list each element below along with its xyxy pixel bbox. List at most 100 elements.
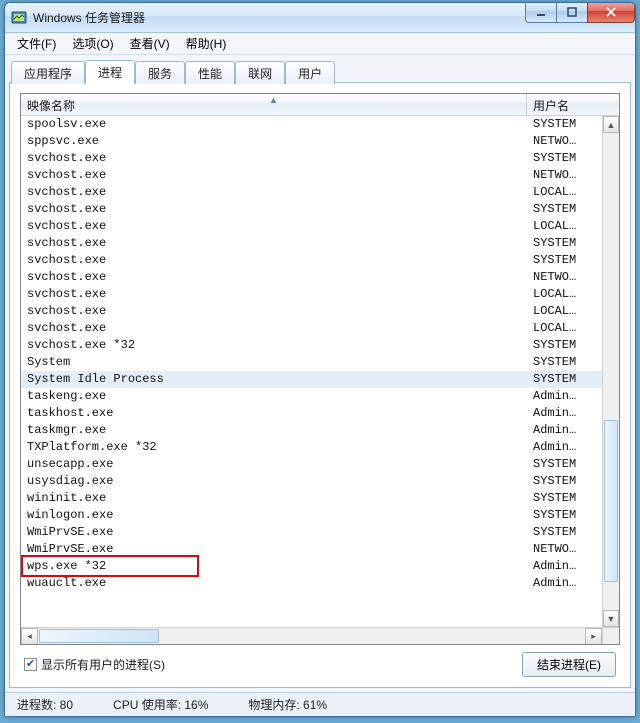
table-row[interactable]: svchost.exeNETWO… [21,167,619,184]
cell-user-name: SYSTEM [527,490,579,507]
cell-user-name: NETWO… [527,167,579,184]
cell-image-name: svchost.exe [21,286,527,303]
cell-user-name: Admin… [527,439,579,456]
tab-users[interactable]: 用户 [285,61,335,84]
cell-user-name: NETWO… [527,541,579,558]
cell-image-name: usysdiag.exe [21,473,527,490]
minimize-button[interactable] [525,2,557,23]
table-row[interactable]: svchost.exeLOCAL… [21,184,619,201]
list-body[interactable]: spoolsv.exeSYSTEMsppsvc.exeNETWO…svchost… [21,116,619,644]
table-row[interactable]: taskeng.exeAdmin… [21,388,619,405]
panel-footer: ✔ 显示所有用户的进程(S) 结束进程(E) [20,645,620,677]
cell-user-name: LOCAL… [527,286,579,303]
maximize-button[interactable] [556,2,588,23]
cell-user-name: Admin… [527,575,579,592]
cell-image-name: svchost.exe [21,167,527,184]
cell-image-name: System Idle Process [21,371,527,388]
table-row[interactable]: unsecapp.exeSYSTEM [21,456,619,473]
cell-image-name: WmiPrvSE.exe [21,524,527,541]
cell-image-name: svchost.exe [21,150,527,167]
table-row[interactable]: wininit.exeSYSTEM [21,490,619,507]
table-row[interactable]: winlogon.exeSYSTEM [21,507,619,524]
table-row[interactable]: spoolsv.exeSYSTEM [21,116,619,133]
table-row[interactable]: svchost.exeNETWO… [21,269,619,286]
table-row[interactable]: sppsvc.exeNETWO… [21,133,619,150]
table-row[interactable]: svchost.exeSYSTEM [21,235,619,252]
table-row[interactable]: usysdiag.exeSYSTEM [21,473,619,490]
menu-help[interactable]: 帮助(H) [178,33,235,54]
cell-image-name: svchost.exe [21,201,527,218]
task-manager-window: Windows 任务管理器 文件(F) 选项(O) 查看(V) 帮助(H) 应用… [4,2,636,717]
menu-view[interactable]: 查看(V) [122,33,178,54]
scroll-down-button[interactable]: ▼ [603,610,619,627]
column-image-name[interactable]: 映像名称 ▲ [21,94,527,115]
menu-options[interactable]: 选项(O) [64,33,121,54]
table-row[interactable]: svchost.exeSYSTEM [21,150,619,167]
table-row[interactable]: svchost.exe *32SYSTEM [21,337,619,354]
status-process-count: 进程数: 80 [7,694,83,715]
cell-user-name: SYSTEM [527,507,579,524]
cell-image-name: wps.exe *32 [21,558,527,575]
tab-services[interactable]: 服务 [135,61,185,84]
cell-user-name: SYSTEM [527,371,579,388]
table-row[interactable]: svchost.exeLOCAL… [21,303,619,320]
cell-image-name: unsecapp.exe [21,456,527,473]
table-row[interactable]: svchost.exeSYSTEM [21,252,619,269]
table-row[interactable]: TXPlatform.exe *32Admin… [21,439,619,456]
scroll-left-button[interactable]: ◂ [21,628,38,645]
menu-file[interactable]: 文件(F) [9,33,64,54]
show-all-users-checkbox[interactable]: ✔ 显示所有用户的进程(S) [24,656,165,673]
scroll-up-button[interactable]: ▲ [603,116,619,133]
end-process-button[interactable]: 结束进程(E) [522,652,616,677]
table-row[interactable]: SystemSYSTEM [21,354,619,371]
horizontal-scrollbar[interactable]: ◂ ▸ [21,627,602,644]
table-row[interactable]: taskhost.exeAdmin… [21,405,619,422]
column-user-name[interactable]: 用户名 [527,94,579,115]
titlebar[interactable]: Windows 任务管理器 [5,3,635,33]
tabstrip: 应用程序 进程 服务 性能 联网 用户 [7,59,633,83]
cell-user-name: SYSTEM [527,456,579,473]
scroll-corner [602,627,619,644]
cell-image-name: winlogon.exe [21,507,527,524]
cell-image-name: WmiPrvSE.exe [21,541,527,558]
table-row[interactable]: svchost.exeLOCAL… [21,286,619,303]
tab-applications[interactable]: 应用程序 [11,61,85,84]
cell-user-name: Admin… [527,405,579,422]
cell-image-name: taskeng.exe [21,388,527,405]
horizontal-scroll-thumb[interactable] [39,629,159,643]
vertical-scrollbar[interactable]: ▲ ▼ [602,116,619,627]
cell-image-name: TXPlatform.exe *32 [21,439,527,456]
table-row[interactable]: WmiPrvSE.exeSYSTEM [21,524,619,541]
cell-user-name: SYSTEM [527,201,579,218]
table-row[interactable]: taskmgr.exeAdmin… [21,422,619,439]
table-row[interactable]: wuauclt.exeAdmin… [21,575,619,592]
cell-user-name: NETWO… [527,133,579,150]
cell-user-name: SYSTEM [527,116,579,133]
cell-user-name: SYSTEM [527,235,579,252]
tab-processes[interactable]: 进程 [85,60,135,84]
scroll-right-button[interactable]: ▸ [585,628,602,645]
table-row[interactable]: svchost.exeLOCAL… [21,218,619,235]
table-row[interactable]: WmiPrvSE.exeNETWO… [21,541,619,558]
table-row[interactable]: svchost.exeSYSTEM [21,201,619,218]
app-icon [11,10,27,26]
cell-image-name: spoolsv.exe [21,116,527,133]
table-row[interactable]: svchost.exeLOCAL… [21,320,619,337]
cell-user-name: Admin… [527,422,579,439]
vertical-scroll-thumb[interactable] [604,420,618,582]
table-row[interactable]: System Idle ProcessSYSTEM [21,371,619,388]
close-button[interactable] [587,2,635,23]
table-row[interactable]: wps.exe *32Admin… [21,558,619,575]
cell-user-name: LOCAL… [527,184,579,201]
cell-image-name: System [21,354,527,371]
status-cpu-usage: CPU 使用率: 16% [103,694,218,715]
cell-user-name: SYSTEM [527,337,579,354]
tab-performance[interactable]: 性能 [185,61,235,84]
cell-user-name: LOCAL… [527,320,579,337]
processes-panel: 映像名称 ▲ 用户名 spoolsv.exeSYSTEMsppsvc.exeNE… [9,82,631,688]
tab-networking[interactable]: 联网 [235,61,285,84]
cell-image-name: svchost.exe [21,184,527,201]
cell-user-name: SYSTEM [527,354,579,371]
cell-image-name: wininit.exe [21,490,527,507]
cell-image-name: svchost.exe [21,320,527,337]
